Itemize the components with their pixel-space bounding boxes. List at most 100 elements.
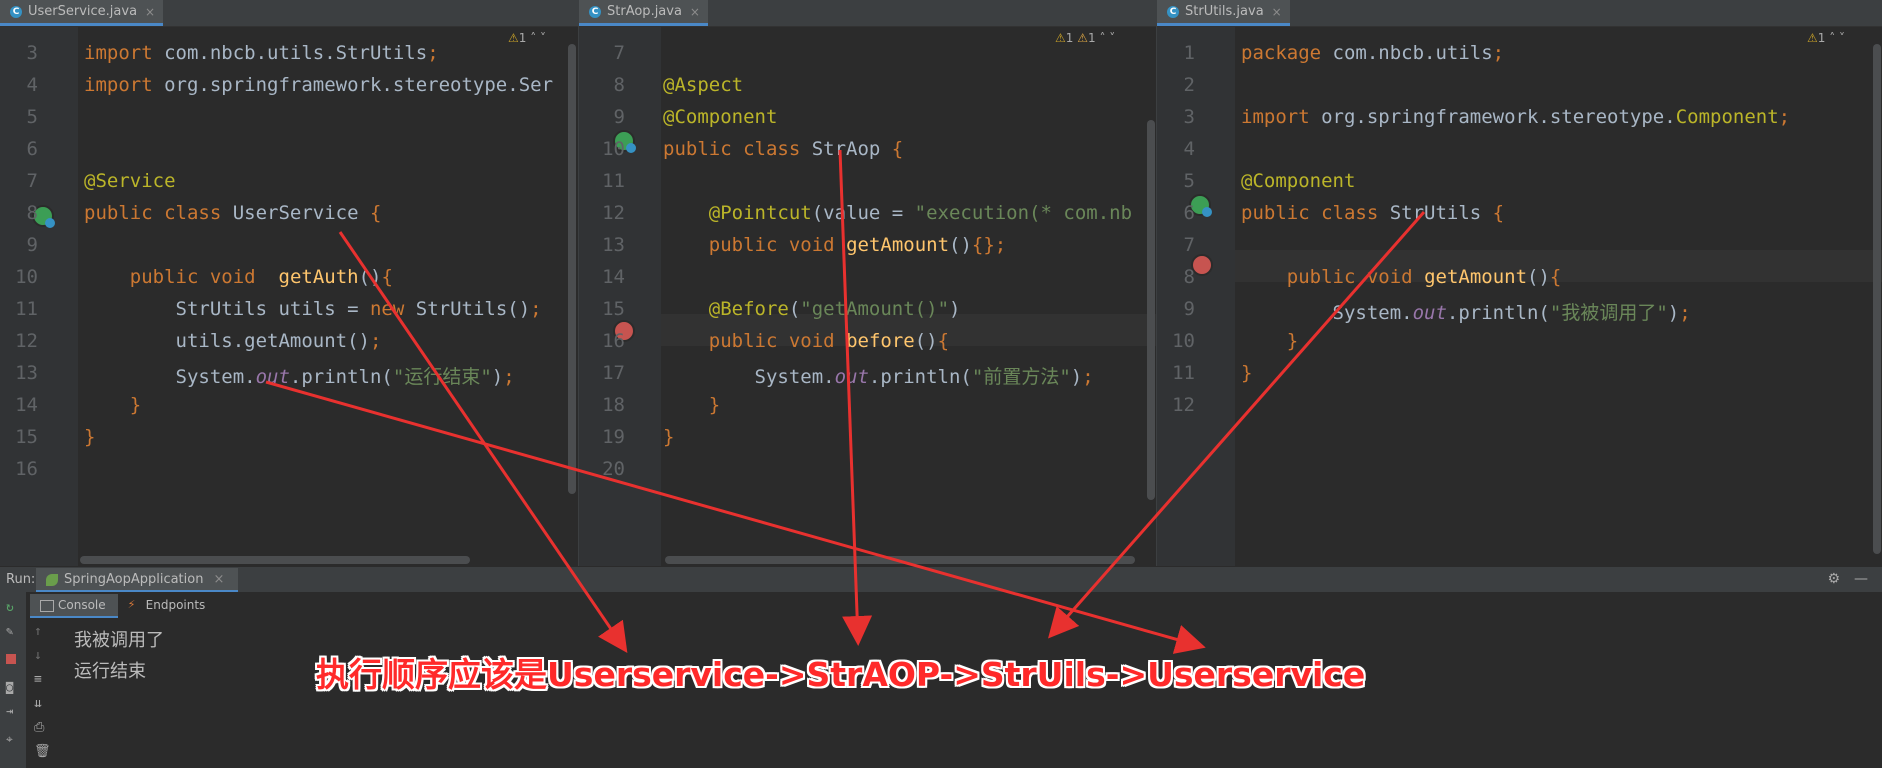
code-line[interactable]: public void getAmount(){}; xyxy=(663,234,1006,256)
line-number[interactable]: 13 xyxy=(8,362,38,384)
warning-indicator[interactable]: ⚠1 ˄ ˅ xyxy=(1807,31,1845,45)
line-number[interactable]: 5 xyxy=(8,106,38,128)
line-number[interactable]: 6 xyxy=(8,138,38,160)
editor-pane-userservice[interactable]: C UserService.java × ⚠1 ˄ ˅ 3 import com.… xyxy=(0,0,578,566)
close-icon[interactable]: × xyxy=(213,572,224,587)
horizontal-scrollbar[interactable] xyxy=(80,556,470,564)
line-number[interactable]: 11 xyxy=(8,298,38,320)
code-line[interactable]: } xyxy=(1241,362,1252,384)
camera-icon[interactable]: ◙ xyxy=(6,680,20,694)
code-line[interactable]: } xyxy=(663,394,720,416)
line-number[interactable]: 3 xyxy=(1165,106,1195,128)
line-number[interactable]: 5 xyxy=(1165,170,1195,192)
vertical-scrollbar[interactable] xyxy=(1147,120,1155,500)
vertical-scrollbar[interactable] xyxy=(1873,44,1881,554)
code-line[interactable]: System.out.println("我被调用了"); xyxy=(1241,298,1691,325)
line-number[interactable]: 7 xyxy=(8,170,38,192)
line-number[interactable]: 13 xyxy=(595,234,625,256)
code-line[interactable]: @Pointcut(value = "execution(* com.nb xyxy=(663,202,1132,224)
line-number[interactable]: 16 xyxy=(595,330,625,352)
line-number[interactable]: 9 xyxy=(8,234,38,256)
line-number[interactable]: 19 xyxy=(595,426,625,448)
line-number[interactable]: 8 xyxy=(595,74,625,96)
horizontal-scrollbar[interactable] xyxy=(665,556,1135,564)
wrap-icon[interactable]: ≡ xyxy=(34,672,42,687)
line-number[interactable]: 4 xyxy=(1165,138,1195,160)
line-number[interactable]: 15 xyxy=(8,426,38,448)
line-number[interactable]: 12 xyxy=(8,330,38,352)
code-line[interactable]: @Before("getAmount()") xyxy=(663,298,961,320)
tab-endpoints[interactable]: ⚡ Endpoints xyxy=(118,594,218,618)
line-number[interactable]: 1 xyxy=(1165,42,1195,64)
line-number[interactable]: 7 xyxy=(1165,234,1195,256)
line-number[interactable]: 4 xyxy=(8,74,38,96)
tab-console[interactable]: Console xyxy=(30,594,118,618)
code-line[interactable]: StrUtils utils = new StrUtils(); xyxy=(84,298,542,320)
code-line[interactable]: System.out.println("前置方法"); xyxy=(663,362,1094,389)
line-number[interactable]: 12 xyxy=(595,202,625,224)
code-line[interactable]: utils.getAmount(); xyxy=(84,330,382,352)
close-icon[interactable]: × xyxy=(690,5,700,19)
code-line[interactable]: public void getAmount(){ xyxy=(1241,266,1562,288)
code-line[interactable]: @Service xyxy=(84,170,176,192)
code-line[interactable]: @Aspect xyxy=(663,74,743,96)
code-line[interactable]: @Component xyxy=(663,106,777,128)
code-line[interactable]: } xyxy=(84,426,95,448)
line-number[interactable]: 11 xyxy=(1165,362,1195,384)
gear-icon[interactable]: ⚙ xyxy=(1827,571,1840,587)
line-number[interactable]: 11 xyxy=(595,170,625,192)
up-icon[interactable]: ↑ xyxy=(34,624,42,639)
line-number[interactable]: 18 xyxy=(595,394,625,416)
pin-icon[interactable]: ⌖ xyxy=(6,732,20,746)
exit-icon[interactable]: ⇥ xyxy=(6,704,20,718)
line-number[interactable]: 14 xyxy=(8,394,38,416)
down-icon[interactable]: ↓ xyxy=(34,648,42,663)
warning-indicator[interactable]: ⚠1 ˄ ˅ xyxy=(508,31,546,45)
code-line[interactable]: public class StrAop { xyxy=(663,138,903,160)
code-line[interactable]: @Component xyxy=(1241,170,1355,192)
warning-indicator[interactable]: ⚠1 ⚠1 ˄ ˅ xyxy=(1055,31,1115,45)
scroll-end-icon[interactable]: ⇊ xyxy=(34,696,42,711)
line-number[interactable]: 16 xyxy=(8,458,38,480)
print-icon[interactable]: ⎙ xyxy=(34,720,44,735)
line-number[interactable]: 10 xyxy=(8,266,38,288)
code-line[interactable]: import org.springframework.stereotype.Co… xyxy=(1241,106,1790,128)
code-line[interactable]: public class UserService { xyxy=(84,202,381,224)
line-number[interactable]: 12 xyxy=(1165,394,1195,416)
code-line[interactable]: } xyxy=(1241,330,1298,352)
run-config-tab[interactable]: SpringAopApplication × xyxy=(36,568,239,592)
code-line[interactable]: public class StrUtils { xyxy=(1241,202,1504,224)
code-line[interactable]: public void getAuth(){ xyxy=(84,266,393,288)
code-line[interactable]: import org.springframework.stereotype.Se… xyxy=(84,74,553,96)
line-number[interactable]: 7 xyxy=(595,42,625,64)
rerun-icon[interactable]: ↻ xyxy=(6,600,20,615)
line-number[interactable]: 2 xyxy=(1165,74,1195,96)
editor-pane-straop[interactable]: C StrAop.java × ⚠1 ⚠1 ˄ ˅ 7 8 @Aspect 9 @Com… xyxy=(578,0,1157,566)
line-number[interactable]: 9 xyxy=(1165,298,1195,320)
line-number[interactable]: 14 xyxy=(595,266,625,288)
code-line[interactable]: package com.nbcb.utils; xyxy=(1241,42,1504,64)
line-number[interactable]: 6 xyxy=(1165,202,1195,224)
code-line[interactable]: } xyxy=(663,426,674,448)
line-number[interactable]: 10 xyxy=(595,138,625,160)
trash-icon[interactable]: 🗑 xyxy=(34,744,51,759)
line-number[interactable]: 20 xyxy=(595,458,625,480)
line-number[interactable]: 8 xyxy=(8,202,38,224)
code-line[interactable]: public void before(){ xyxy=(663,330,949,352)
editor-pane-strutils[interactable]: C StrUtils.java × ⚠1 ˄ ˅ 1 package com.nb… xyxy=(1156,0,1882,566)
close-icon[interactable]: × xyxy=(145,5,155,19)
code-line[interactable]: System.out.println("运行结束"); xyxy=(84,362,515,389)
line-number[interactable]: 3 xyxy=(8,42,38,64)
line-number[interactable]: 10 xyxy=(1165,330,1195,352)
close-icon[interactable]: × xyxy=(1272,5,1282,19)
line-number[interactable]: 17 xyxy=(595,362,625,384)
line-number[interactable]: 9 xyxy=(595,106,625,128)
tab-userservice[interactable]: C UserService.java × xyxy=(0,0,164,26)
code-line[interactable]: } xyxy=(84,394,141,416)
wrench-icon[interactable]: ✎ xyxy=(6,624,20,638)
stop-icon[interactable] xyxy=(6,654,16,664)
code-line[interactable]: import com.nbcb.utils.StrUtils; xyxy=(84,42,439,64)
vertical-scrollbar[interactable] xyxy=(568,44,576,494)
line-number[interactable]: 8 xyxy=(1165,266,1195,288)
line-number[interactable]: 15 xyxy=(595,298,625,320)
